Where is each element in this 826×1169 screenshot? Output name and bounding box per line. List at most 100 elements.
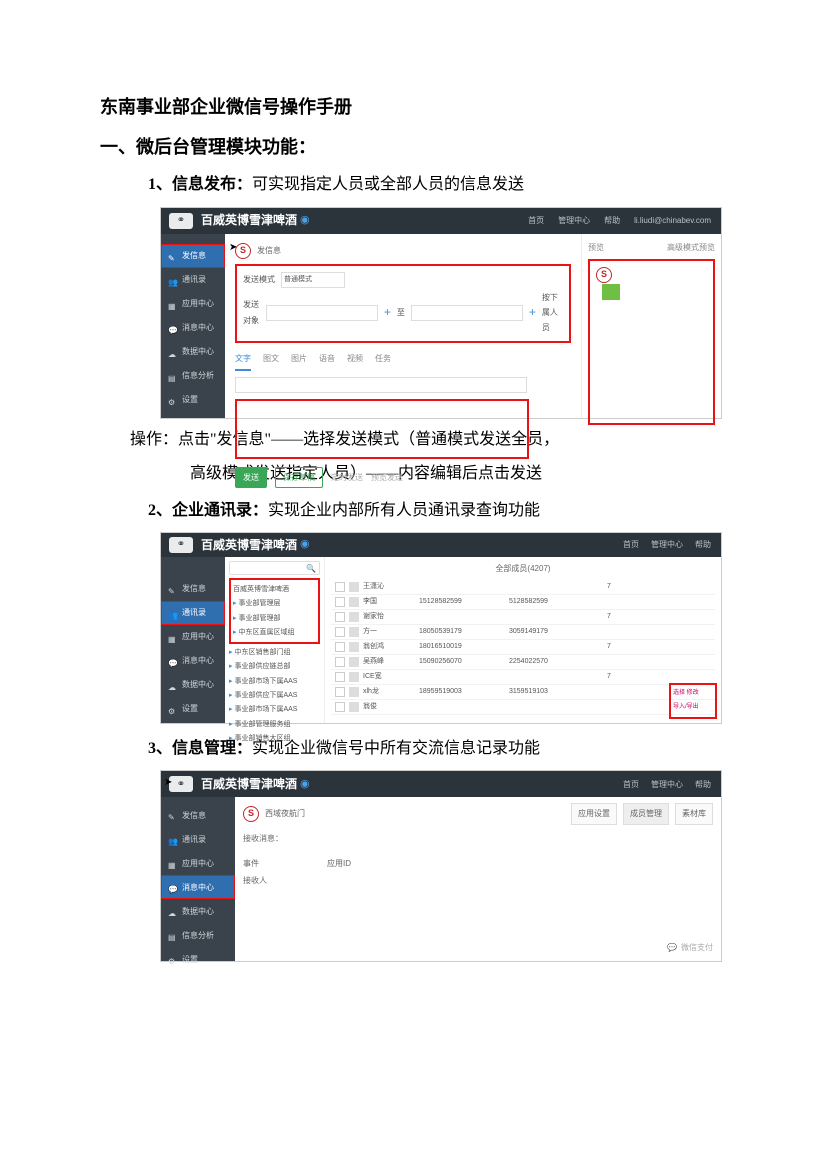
sidebar-item-apps[interactable]: ▦应用中心 (161, 292, 225, 316)
cell-phone: 18959519003 (419, 685, 509, 698)
target-label: 发送对象 (243, 297, 260, 327)
topnav-item[interactable]: 首页 (528, 213, 544, 228)
field-label: 应用ID (327, 856, 351, 871)
cell-name: 王潇沁 (363, 580, 419, 593)
tab-task[interactable]: 任务 (375, 351, 391, 370)
tree-item[interactable]: 事业部管理部 (233, 612, 316, 625)
action-link[interactable]: 选择 修改 (673, 688, 713, 699)
tree-item[interactable]: 事业部销售大区组 (229, 732, 320, 745)
content-editor[interactable] (235, 399, 529, 459)
grid-icon: ▦ (168, 632, 178, 642)
tree-search-input[interactable] (229, 561, 320, 575)
sidebar-item-apps[interactable]: ▦应用中心 (161, 625, 225, 649)
sidebar-item-send[interactable]: ✎发信息 (161, 244, 225, 268)
checkbox[interactable] (335, 612, 345, 622)
tab-video[interactable]: 视频 (347, 351, 363, 370)
sidebar-item-data[interactable]: ☁数据中心 (161, 340, 225, 364)
table-row[interactable]: 方一180505391793059149179 (331, 625, 715, 640)
target-input-1[interactable] (266, 305, 378, 321)
table-row[interactable]: 王潇沁7 (331, 580, 715, 595)
tab-image[interactable]: 图片 (291, 351, 307, 370)
checkbox[interactable] (335, 582, 345, 592)
gear-icon: ⚙ (168, 954, 178, 964)
avatar-icon (349, 582, 359, 592)
sidebar-item-msg[interactable]: 💬消息中心 (161, 649, 225, 673)
topnav-item[interactable]: 帮助 (604, 213, 620, 228)
action-link[interactable]: 导入/导出 (673, 702, 713, 713)
table-row[interactable]: 吴燕峰150902560702254022570 (331, 655, 715, 670)
topnav-item[interactable]: 帮助 (695, 537, 711, 552)
sidebar-item-settings[interactable]: ⚙设置 (161, 388, 225, 412)
tree-item[interactable]: 事业部市场下属AAS (229, 675, 320, 688)
checkbox[interactable] (335, 597, 345, 607)
checkbox[interactable] (335, 642, 345, 652)
tree-item[interactable]: 事业部管理层 (233, 597, 316, 610)
screenshot-message-center: ➤ ⚭ 百威英博雪津啤酒 ◉ 首页 管理中心 帮助 ✎发信息 👥通讯录 ▦应用中… (160, 770, 722, 962)
sidebar-item-msg[interactable]: 💬消息中心 (161, 316, 225, 340)
preview-tab[interactable]: 预览 (588, 240, 604, 255)
checkbox[interactable] (335, 702, 345, 712)
checkbox[interactable] (335, 687, 345, 697)
sidebar-item-msg[interactable]: 💬消息中心 (161, 875, 235, 899)
members-table: 全部成员(4207) 王潇沁7李国151285825995128582599谢家… (325, 557, 721, 723)
tree-item[interactable]: 中东区销售部门组 (229, 646, 320, 659)
topnav-item[interactable]: 管理中心 (558, 213, 590, 228)
app-header: ⚭ 百威英博雪津啤酒 ◉ 首页 管理中心 帮助 li.liudi@chinabe… (161, 208, 721, 234)
item-desc: 实现企业内部所有人员通讯录查询功能 (268, 502, 540, 519)
tab-member-mgmt[interactable]: 成员管理 (623, 803, 669, 824)
to-label: 至 (397, 305, 405, 320)
topnav-user[interactable]: li.liudi@chinabev.com (634, 213, 711, 228)
tab-library[interactable]: 素材库 (675, 803, 713, 824)
mode-select[interactable]: 普通模式 (281, 272, 345, 288)
checkbox[interactable] (335, 627, 345, 637)
sidebar-item-send[interactable]: ✎发信息 (161, 577, 225, 601)
avatar-icon (349, 672, 359, 682)
tree-item[interactable]: 事业部管理服务组 (229, 718, 320, 731)
sidebar-item-data[interactable]: ☁数据中心 (161, 673, 225, 697)
plus-icon[interactable]: + (384, 301, 391, 324)
checkbox[interactable] (335, 672, 345, 682)
tab-richtext[interactable]: 图文 (263, 351, 279, 370)
sidebar-item-analytics[interactable]: ▤信息分析 (161, 364, 225, 388)
sidebar-item-contacts[interactable]: 👥通讯录 (161, 601, 225, 625)
tree-root[interactable]: 百威英博雪津啤酒 (233, 583, 316, 596)
title-input[interactable] (235, 377, 527, 393)
preview-panel: 预览 高级模式预览 S (581, 234, 721, 418)
table-row[interactable]: 谢家怡7 (331, 610, 715, 625)
topnav-item[interactable]: 管理中心 (651, 537, 683, 552)
tree-item[interactable]: 事业部市场下属AAS (229, 703, 320, 716)
sidebar-item-settings[interactable]: ⚙设置 (161, 697, 225, 721)
save-draft-button[interactable]: 保存草稿 (275, 467, 323, 488)
sidebar-item-contacts[interactable]: 👥通讯录 (161, 827, 235, 851)
table-row[interactable]: ICE宽7 (331, 670, 715, 685)
sidebar-item-send[interactable]: ✎发信息 (161, 803, 235, 827)
send-button[interactable]: 发送 (235, 467, 267, 488)
table-row[interactable]: 翁俊 (331, 700, 715, 715)
sidebar-item-apps[interactable]: ▦应用中心 (161, 851, 235, 875)
tree-item[interactable]: 事业部供应下属AAS (229, 689, 320, 702)
topnav-item[interactable]: 首页 (623, 537, 639, 552)
preview-send-link[interactable]: 预览发送 (371, 470, 403, 485)
tree-item[interactable]: 中东区直属区域组 (233, 626, 316, 639)
table-row[interactable]: xlh龙189595190033159519103 (331, 685, 715, 700)
timed-send-link[interactable]: 定时发送 (331, 470, 363, 485)
sidebar: ✎发信息 👥通讯录 ▦应用中心 💬消息中心 ☁数据中心 ⚙设置 (161, 557, 225, 723)
target-input-2[interactable] (411, 305, 523, 321)
plus-icon[interactable]: + (529, 301, 536, 324)
tab-app-settings[interactable]: 应用设置 (571, 803, 617, 824)
table-row[interactable]: 李国151285825995128582599 (331, 595, 715, 610)
sidebar-item-data[interactable]: ☁数据中心 (161, 899, 235, 923)
topnav-item[interactable]: 帮助 (695, 777, 711, 792)
section-heading: 一、微后台管理模块功能： (100, 130, 726, 164)
topnav-item[interactable]: 管理中心 (651, 777, 683, 792)
tab-text[interactable]: 文字 (235, 351, 251, 370)
preview-tab-adv[interactable]: 高级模式预览 (667, 240, 715, 255)
tab-voice[interactable]: 语音 (319, 351, 335, 370)
sidebar-item-contacts[interactable]: 👥通讯录 (161, 268, 225, 292)
tree-item[interactable]: 事业部供应链总部 (229, 660, 320, 673)
sidebar-item-settings[interactable]: ⚙设置 (161, 947, 235, 971)
topnav-item[interactable]: 首页 (623, 777, 639, 792)
checkbox[interactable] (335, 657, 345, 667)
table-row[interactable]: 翁创鸿180165100197 (331, 640, 715, 655)
sidebar-item-analytics[interactable]: ▤信息分析 (161, 923, 235, 947)
